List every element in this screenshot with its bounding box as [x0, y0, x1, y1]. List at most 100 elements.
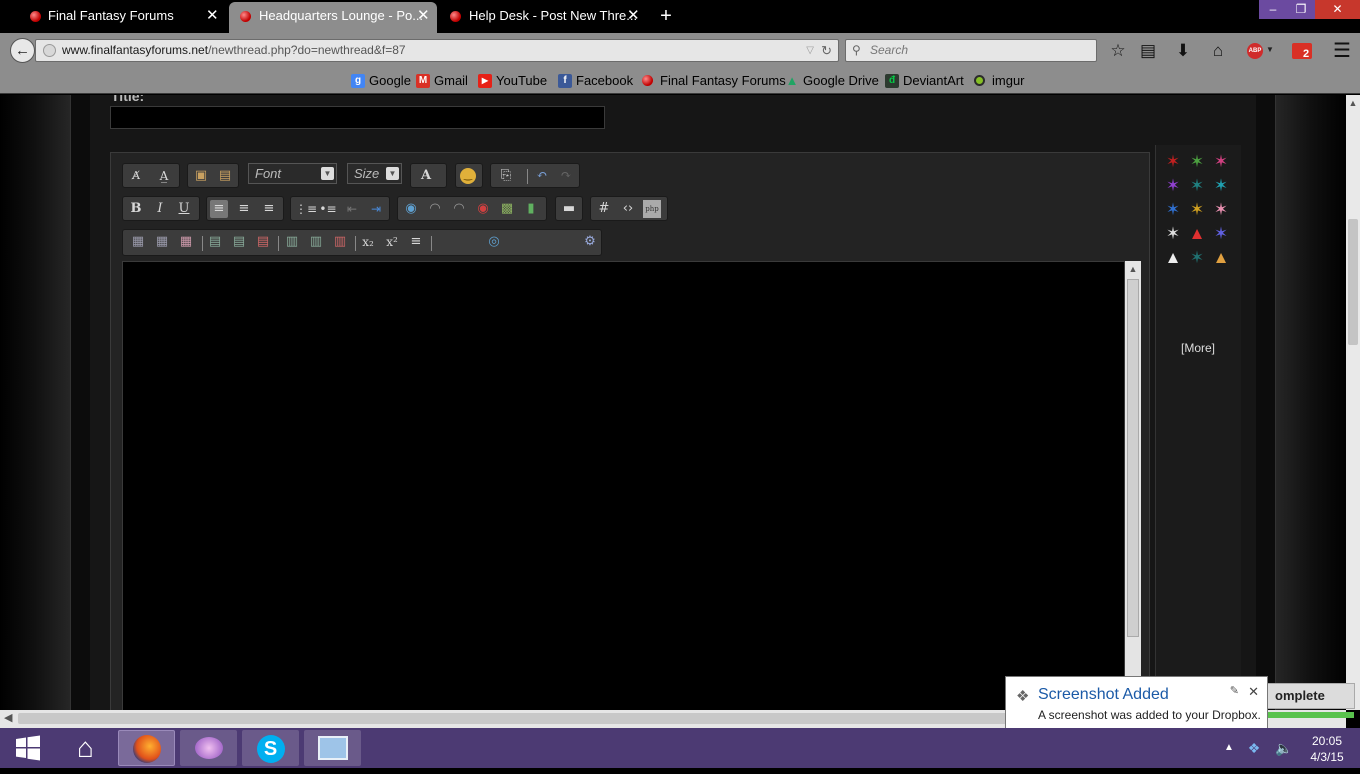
- page-scrollbar-thumb[interactable]: [1348, 219, 1358, 345]
- smilie-chef[interactable]: ▲: [1163, 248, 1183, 268]
- bookmark-google[interactable]: g Google: [351, 68, 411, 94]
- bookmark-youtube[interactable]: ▶ YouTube: [478, 68, 547, 94]
- scroll-left-icon[interactable]: ◀: [4, 711, 12, 724]
- bold-button[interactable]: B: [127, 200, 145, 218]
- volume-icon[interactable]: 🔈: [1274, 728, 1294, 768]
- history-dropdown-icon[interactable]: ▽: [806, 40, 814, 61]
- insert-table-icon[interactable]: ▦: [129, 233, 147, 251]
- align-center-icon[interactable]: ≡: [235, 200, 253, 218]
- home-taskbar-icon[interactable]: ⌂: [57, 730, 114, 766]
- chevron-down-icon[interactable]: ▼: [321, 167, 334, 180]
- url-bar[interactable]: www.finalfantasyforums.net/newthread.php…: [35, 39, 839, 62]
- title-input[interactable]: [110, 106, 605, 129]
- paste-icon[interactable]: ▣: [192, 167, 210, 185]
- scroll-up-icon[interactable]: ▲: [1346, 95, 1360, 111]
- more-tools-icon[interactable]: ⚙: [581, 233, 599, 251]
- insert-email-icon[interactable]: ◠: [426, 200, 444, 218]
- reading-list-icon[interactable]: ▤: [1137, 40, 1159, 62]
- font-color-icon[interactable]: A: [417, 167, 435, 185]
- smilie-green[interactable]: ✶: [1187, 152, 1207, 172]
- start-button[interactable]: [0, 730, 55, 766]
- bookmark-facebook[interactable]: f Facebook: [558, 68, 633, 94]
- remove-format-icon[interactable]: A̸: [127, 167, 145, 185]
- remove-link-icon[interactable]: ◉: [474, 200, 492, 218]
- tab-headquarters-lounge[interactable]: Headquarters Lounge - Po... ✕: [229, 2, 437, 33]
- smilie-icon[interactable]: ‿: [460, 168, 476, 184]
- close-tab-icon[interactable]: ✕: [206, 2, 219, 30]
- spoiler-icon[interactable]: ◎: [485, 233, 503, 251]
- bookmark-deviantart[interactable]: đ DeviantArt: [885, 68, 964, 94]
- wysiwyg-toggle-icon[interactable]: A̲: [155, 167, 173, 185]
- wrap-code-icon[interactable]: #: [595, 200, 613, 218]
- dropbox-notification[interactable]: ❖ Screenshot Added A screenshot was adde…: [1005, 676, 1268, 730]
- smilie-santa-orange[interactable]: ▲: [1211, 248, 1231, 268]
- reload-icon[interactable]: ↻: [821, 40, 832, 61]
- message-textarea[interactable]: [122, 261, 1125, 710]
- font-select[interactable]: Font ▼: [248, 163, 337, 184]
- smilies-more-link[interactable]: [More]: [1160, 341, 1236, 355]
- skype-taskbar-button[interactable]: S: [242, 730, 299, 766]
- scroll-up-icon[interactable]: ▲: [1125, 261, 1141, 277]
- show-hidden-icons-button[interactable]: ▲: [1222, 728, 1236, 768]
- page-scrollbar[interactable]: ▲: [1346, 95, 1360, 710]
- insert-row-after-icon[interactable]: ▤: [230, 233, 248, 251]
- control-panel-taskbar-button[interactable]: [304, 730, 361, 766]
- firefox-taskbar-button[interactable]: [118, 730, 175, 766]
- align-left-icon[interactable]: ≡: [210, 200, 228, 218]
- unlink-icon[interactable]: ◠: [450, 200, 468, 218]
- adblock-icon[interactable]: ABP: [1247, 43, 1263, 59]
- smilie-purple[interactable]: ✶: [1163, 176, 1183, 196]
- restore-button[interactable]: ❐: [1287, 0, 1315, 19]
- pin-icon[interactable]: ✎: [1230, 684, 1239, 697]
- smilie-red[interactable]: ✶: [1163, 152, 1183, 172]
- indent-icon[interactable]: ⇥: [367, 200, 385, 218]
- scrollbar-thumb[interactable]: [1127, 279, 1139, 637]
- outdent-icon[interactable]: ⇤: [343, 200, 361, 218]
- tab-final-fantasy-forums[interactable]: Final Fantasy Forums ✕: [0, 2, 228, 33]
- adblock-dropdown-icon[interactable]: ▼: [1266, 45, 1274, 54]
- insert-link-icon[interactable]: ◉: [402, 200, 420, 218]
- textarea-scrollbar[interactable]: ▲: [1125, 261, 1141, 710]
- undo-icon[interactable]: ↶: [533, 167, 551, 185]
- bookmark-imgur[interactable]: imgur: [974, 68, 1025, 94]
- paste-text-icon[interactable]: ▤: [216, 167, 234, 185]
- subscript-icon[interactable]: x₂: [359, 233, 377, 251]
- insert-image-icon[interactable]: ▩: [498, 200, 516, 218]
- messenger-taskbar-button[interactable]: [180, 730, 237, 766]
- close-tab-icon[interactable]: ✕: [627, 2, 640, 30]
- close-tab-icon[interactable]: ✕: [417, 2, 430, 30]
- search-input[interactable]: ⚲ Search: [845, 39, 1097, 62]
- superscript-icon[interactable]: x²: [383, 233, 401, 251]
- delete-row-icon[interactable]: ▤: [254, 233, 272, 251]
- smilie-pink[interactable]: ✶: [1211, 152, 1231, 172]
- horizontal-scrollbar-thumb[interactable]: [18, 713, 1008, 724]
- smilie-indigo[interactable]: ✶: [1211, 224, 1231, 244]
- bookmark-google-drive[interactable]: ▲ Google Drive: [785, 68, 879, 94]
- smilie-blue[interactable]: ✶: [1163, 200, 1183, 220]
- insert-column-after-icon[interactable]: ▥: [307, 233, 325, 251]
- redo-icon[interactable]: ↷: [557, 167, 575, 185]
- horizontal-rule-icon[interactable]: ≡: [407, 233, 425, 251]
- clock[interactable]: 20:05 4/3/15: [1304, 728, 1350, 768]
- ordered-list-icon[interactable]: ⋮≡: [295, 200, 317, 218]
- new-tab-button[interactable]: +: [656, 3, 676, 29]
- dropbox-tray-icon[interactable]: ❖: [1244, 728, 1264, 768]
- smilie-dark-teal[interactable]: ✶: [1187, 248, 1207, 268]
- bookmark-gmail[interactable]: M Gmail: [416, 68, 468, 94]
- align-right-icon[interactable]: ≡: [260, 200, 278, 218]
- quote-icon[interactable]: ▬: [560, 200, 578, 218]
- minimize-button[interactable]: –: [1259, 0, 1287, 19]
- chevron-down-icon[interactable]: ▼: [386, 167, 399, 180]
- downloads-icon[interactable]: ⬇: [1172, 40, 1194, 62]
- smilie-white[interactable]: ✶: [1163, 224, 1183, 244]
- bookmark-star-icon[interactable]: ☆: [1107, 40, 1129, 62]
- wrap-html-icon[interactable]: ‹›: [619, 200, 637, 218]
- close-icon[interactable]: ✕: [1248, 684, 1259, 700]
- italic-button[interactable]: I: [151, 200, 169, 218]
- unordered-list-icon[interactable]: •≡: [319, 200, 337, 218]
- insert-row-before-icon[interactable]: ▤: [206, 233, 224, 251]
- back-button[interactable]: ←: [10, 38, 35, 63]
- insert-column-before-icon[interactable]: ▥: [283, 233, 301, 251]
- menu-icon[interactable]: ☰: [1331, 40, 1353, 62]
- table-properties-icon[interactable]: ▦: [153, 233, 171, 251]
